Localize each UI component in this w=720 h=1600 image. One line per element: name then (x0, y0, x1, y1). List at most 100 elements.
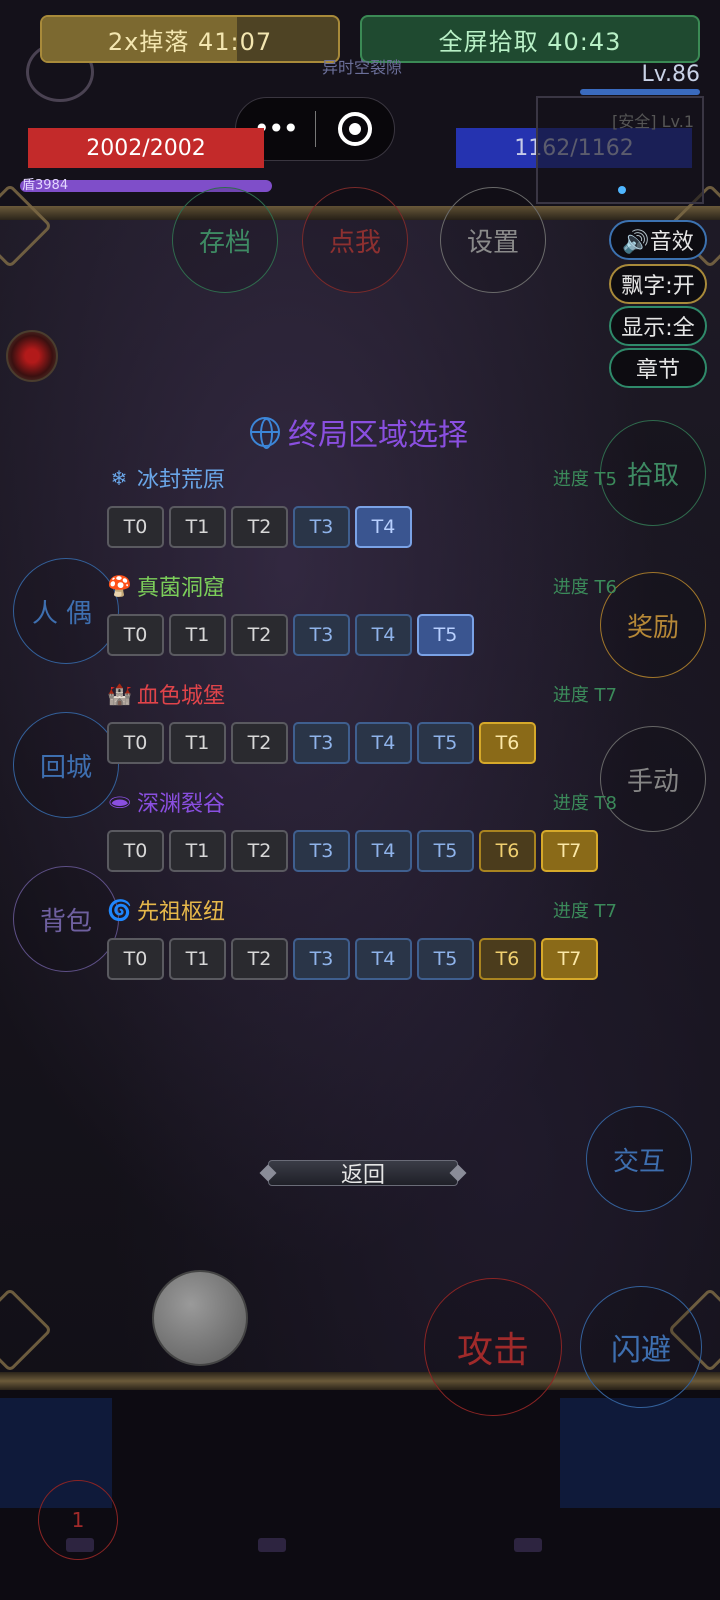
tier-button[interactable]: T7 (541, 830, 598, 872)
tier-button[interactable]: T0 (107, 506, 164, 548)
tier-button[interactable]: T6 (479, 722, 536, 764)
close-mini-program-button[interactable] (316, 112, 395, 146)
tier-button[interactable]: T5 (417, 938, 474, 980)
hp-value: 2002/2002 (86, 135, 206, 161)
region-icon: 🌀 (107, 898, 132, 922)
panel-title-text: 终局区域选择 (288, 418, 468, 453)
zone-name: 异时空裂隙 (322, 58, 403, 77)
floating-text-toggle[interactable]: 飘字:开 (609, 264, 707, 304)
tier-button[interactable]: T0 (107, 830, 164, 872)
minimap[interactable]: [安全] Lv.1 (536, 96, 704, 204)
tier-list: T0 T1 T2 T3 T4 T5 T6 T7 (107, 830, 617, 872)
minimap-zone-label: [安全] Lv.1 (612, 112, 694, 131)
tier-list: T0 T1 T2 T3 T4 T5 T6 T7 (107, 938, 617, 980)
tier-button[interactable]: T4 (355, 722, 412, 764)
click-me-button[interactable]: 点我 (302, 187, 408, 293)
shield-value: 盾3984 (22, 178, 69, 193)
player-position-dot (618, 186, 626, 194)
region-row: 🏰 血色城堡 进度 T7 T0 T1 T2 T3 T4 T5 T6 (107, 678, 617, 764)
tier-button[interactable]: T4 (355, 506, 412, 548)
tier-button[interactable]: T3 (293, 938, 350, 980)
region-header: 🌀 先祖枢纽 进度 T7 (107, 894, 617, 926)
region-name-text: 先祖枢纽 (137, 900, 226, 925)
region-name: 🏰 血色城堡 (107, 678, 225, 710)
tier-button[interactable]: T2 (231, 506, 288, 548)
save-button[interactable]: 存档 (172, 187, 278, 293)
return-button[interactable]: 返回 (268, 1160, 458, 1188)
dodge-button[interactable]: 闪避 (580, 1286, 702, 1408)
joystick[interactable] (152, 1270, 248, 1366)
tier-button[interactable]: T0 (107, 722, 164, 764)
pickup-buff-label: 全屏拾取 40:43 (438, 27, 622, 56)
region-progress: 进度 T8 (552, 793, 617, 814)
region-icon: 🍄 (107, 574, 132, 598)
tier-button[interactable]: T2 (231, 938, 288, 980)
region-progress: 进度 T6 (552, 577, 617, 598)
tier-button[interactable]: T6 (479, 830, 536, 872)
bag-button[interactable]: 背包 (13, 866, 119, 972)
tier-button[interactable]: T6 (479, 938, 536, 980)
tier-button[interactable]: T2 (231, 722, 288, 764)
tier-button[interactable]: T5 (417, 614, 474, 656)
region-header: 🏰 血色城堡 进度 T7 (107, 678, 617, 710)
display-toggle[interactable]: 显示:全 (609, 306, 707, 346)
panel-title: 终局区域选择 (250, 410, 468, 454)
tier-button[interactable]: T1 (169, 722, 226, 764)
tier-button[interactable]: T4 (355, 830, 412, 872)
exp-bar (580, 89, 700, 95)
tier-button[interactable]: T5 (417, 722, 474, 764)
attack-button[interactable]: 攻击 (424, 1278, 562, 1416)
tier-button[interactable]: T1 (169, 614, 226, 656)
tier-button[interactable]: T2 (231, 830, 288, 872)
region-row: 🕳 深渊裂谷 进度 T8 T0 T1 T2 T3 T4 T5 T6 T7 (107, 786, 617, 872)
puppet-button[interactable]: 人偶 (13, 558, 119, 664)
region-name-text: 真菌洞窟 (137, 576, 226, 601)
settings-button[interactable]: 设置 (440, 187, 546, 293)
return-town-button[interactable]: 回城 (13, 712, 119, 818)
region-header: 🕳 深渊裂谷 进度 T8 (107, 786, 617, 818)
region-name-text: 冰封荒原 (137, 468, 226, 493)
globe-icon (250, 417, 280, 449)
region-icon: 🏰 (107, 682, 132, 706)
region-progress: 进度 T7 (552, 901, 617, 922)
player-level: Lv.86 (641, 62, 700, 87)
tier-button[interactable]: T1 (169, 938, 226, 980)
region-icon: ❄ (110, 466, 128, 490)
region-icon: 🕳 (107, 790, 133, 814)
region-row: ❄ 冰封荒原 进度 T5 T0 T1 T2 T3 T4 (107, 462, 617, 548)
pickup-buff-banner: 全屏拾取 40:43 (360, 15, 700, 63)
region-row: 🌀 先祖枢纽 进度 T7 T0 T1 T2 T3 T4 T5 T6 T7 (107, 894, 617, 980)
chapter-button[interactable]: 章节 (609, 348, 707, 388)
footer-panel-right (560, 1398, 720, 1508)
drop-buff-banner: 2x掉落 41:07 (40, 15, 340, 63)
footer-item-icon (514, 1538, 542, 1552)
tier-button[interactable]: T3 (293, 830, 350, 872)
tier-button[interactable]: T4 (355, 938, 412, 980)
tier-button[interactable]: T0 (107, 938, 164, 980)
region-progress: 进度 T5 (552, 469, 617, 490)
tier-button[interactable]: T3 (293, 614, 350, 656)
region-name: 🕳 深渊裂谷 (107, 786, 225, 818)
tier-button[interactable]: T5 (417, 830, 474, 872)
tier-button[interactable]: T4 (355, 614, 412, 656)
region-header: ❄ 冰封荒原 进度 T5 (107, 462, 617, 494)
tier-button[interactable]: T3 (293, 722, 350, 764)
tier-button[interactable]: T1 (169, 506, 226, 548)
footer-item-icon (66, 1538, 94, 1552)
red-gem-icon (6, 330, 58, 382)
tier-list: T0 T1 T2 T3 T4 (107, 506, 617, 548)
tier-button[interactable]: T3 (293, 506, 350, 548)
region-name-text: 血色城堡 (137, 684, 226, 709)
sound-toggle[interactable]: 🔊音效 (609, 220, 707, 260)
tier-button[interactable]: T2 (231, 614, 288, 656)
tier-button[interactable]: T7 (541, 938, 598, 980)
interact-button[interactable]: 交互 (586, 1106, 692, 1212)
tier-button[interactable]: T0 (107, 614, 164, 656)
target-icon (337, 112, 372, 146)
tier-list: T0 T1 T2 T3 T4 T5 T6 (107, 722, 617, 764)
tier-button[interactable]: T1 (169, 830, 226, 872)
region-name: 🍄 真菌洞窟 (107, 570, 225, 602)
region-name: ❄ 冰封荒原 (107, 462, 225, 494)
hp-bar: 2002/2002 (28, 128, 264, 168)
region-name-text: 深渊裂谷 (137, 792, 226, 817)
